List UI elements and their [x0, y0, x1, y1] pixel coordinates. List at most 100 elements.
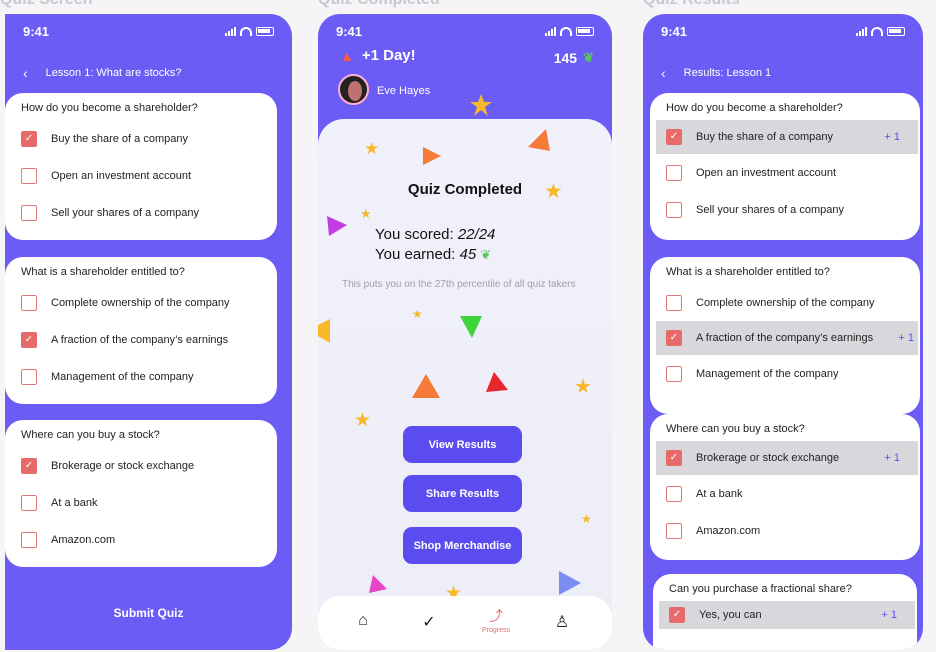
option-row[interactable]: Complete ownership of the company [21, 284, 261, 321]
score-text: You scored: 22/24 [375, 226, 495, 243]
points-badge: + 1 [898, 332, 914, 344]
points-badge: + 1 [881, 609, 897, 621]
question-card: Where can you buy a stock? ✓ Brokerage or… [5, 420, 277, 567]
correct-option-row: ✓ Yes, you can + 1 [659, 601, 915, 629]
confetti-triangle [460, 316, 482, 338]
confetti-triangle [327, 216, 347, 236]
option-row: Sell your shares of a company [666, 191, 904, 228]
option-label: Amazon.com [696, 524, 761, 537]
question-text: What is a shareholder entitled to? [666, 266, 830, 278]
score-value: 22/24 [457, 226, 496, 243]
profile-icon[interactable]: ♙ [547, 612, 577, 632]
confetti-star: ★ [412, 307, 423, 321]
checkbox-checked: ✓ [666, 330, 682, 346]
view-results-button[interactable]: View Results [403, 426, 522, 463]
page-title: Quiz Completed [407, 181, 523, 198]
confetti-triangle [318, 319, 330, 343]
points-badge: + 1 [884, 452, 900, 464]
quiz-results-screen: 9:41 ‹ Results: Lesson 1 How do you beco… [643, 14, 923, 650]
question-text: What is a shareholder entitled to? [21, 266, 185, 278]
sprout-icon: ❦ [480, 247, 492, 262]
option-label: At a bank [696, 487, 743, 500]
checkbox [666, 485, 682, 502]
checkbox-checked[interactable]: ✓ [21, 331, 37, 348]
share-results-button[interactable]: Share Results [403, 475, 522, 512]
home-icon[interactable]: ⌂ [348, 612, 378, 630]
option-row[interactable]: ✓ Buy the share of a company [21, 120, 261, 157]
earned-prefix: You earned: [375, 246, 460, 263]
option-row: Complete ownership of the company [666, 284, 904, 321]
tab-bar: ⌂ ✓ ⤴ Progress ♙ [318, 596, 612, 650]
submit-quiz-button[interactable]: Submit Quiz [5, 606, 292, 620]
option-label: Brokerage or stock exchange [51, 459, 195, 472]
completed-sheet: Quiz Completed You scored: 22/24 You ear… [318, 119, 612, 650]
confetti-triangle [369, 575, 387, 593]
wifi-icon [240, 26, 252, 36]
avatar[interactable] [338, 74, 369, 105]
checkbox[interactable] [21, 531, 37, 548]
checkbox-checked[interactable]: ✓ [21, 130, 37, 147]
option-label: Yes, you can [699, 609, 762, 621]
question-text: Where can you buy a stock? [21, 429, 160, 441]
lesson-title: Lesson 1: What are stocks? [45, 67, 182, 79]
confetti-triangle [423, 147, 441, 165]
signal-icon [545, 26, 556, 36]
correct-option-row: ✓ Buy the share of a company + 1 [656, 120, 918, 154]
confetti-triangle [528, 129, 550, 151]
option-row[interactable]: Sell your shares of a company [21, 194, 261, 231]
checkbox-checked[interactable]: ✓ [21, 457, 37, 474]
screen-label-quiz: Quiz Screen [0, 0, 92, 9]
status-bar: 9:41 [336, 24, 594, 40]
confetti-star: ★ [574, 376, 592, 398]
option-row[interactable]: ✓ Brokerage or stock exchange [21, 447, 261, 484]
option-row[interactable]: Open an investment account [21, 157, 261, 194]
checkbox[interactable] [21, 368, 37, 385]
option-label: Sell your shares of a company [696, 203, 844, 216]
question-card: How do you become a shareholder? ✓ Buy th… [5, 93, 277, 240]
checkbox-checked: ✓ [666, 450, 682, 466]
coin-count: 145 [553, 50, 578, 66]
option-row[interactable]: Amazon.com [21, 521, 261, 558]
signal-icon [856, 26, 867, 36]
battery-icon [887, 26, 905, 36]
option-label: Complete ownership of the company [51, 296, 230, 309]
confetti-star-header [470, 94, 492, 116]
checkbox [666, 522, 682, 539]
option-label: At a bank [51, 496, 98, 509]
checkbox[interactable] [21, 167, 37, 184]
option-row: Open an investment account [666, 154, 904, 191]
option-label: A fraction of the company’s earnings [696, 332, 874, 344]
confetti-triangle [559, 571, 581, 595]
battery-icon [256, 26, 274, 36]
question-text: How do you become a shareholder? [21, 102, 198, 114]
option-row[interactable]: At a bank [21, 484, 261, 521]
check-icon[interactable]: ✓ [414, 612, 444, 632]
tab-progress[interactable]: ⤴ Progress [481, 606, 511, 634]
option-row[interactable]: ✓ A fraction of the company’s earnings [21, 321, 261, 358]
checkbox[interactable] [21, 204, 37, 221]
battery-icon [576, 26, 594, 36]
checkbox [666, 365, 682, 382]
option-label: A fraction of the company’s earnings [51, 333, 229, 346]
score-prefix: You scored: [375, 226, 458, 243]
result-card: Can you purchase a fractional share? ✓ Ye… [653, 574, 917, 650]
checkbox [666, 294, 682, 311]
status-bar: 9:41 [661, 24, 905, 40]
checkbox[interactable] [21, 494, 37, 511]
tab-progress-label: Progress [481, 627, 510, 634]
checkbox-checked: ✓ [666, 129, 682, 145]
question-card: What is a shareholder entitled to? Compl… [5, 257, 277, 404]
option-label: Sell your shares of a company [51, 206, 199, 219]
signal-icon [225, 26, 236, 36]
option-row[interactable]: Management of the company [21, 358, 261, 395]
back-arrow-icon[interactable]: ‹ [23, 65, 28, 81]
checkbox[interactable] [21, 294, 37, 311]
shop-merchandise-button[interactable]: Shop Merchandise [403, 527, 522, 564]
quiz-nav: ‹ Lesson 1: What are stocks? [23, 65, 274, 81]
checkbox [666, 164, 682, 181]
question-text: Can you purchase a fractional share? [669, 583, 852, 595]
streak-badge: ▲ +1 Day! [340, 47, 416, 64]
confetti-star: ★ [581, 512, 592, 526]
back-arrow-icon[interactable]: ‹ [661, 65, 666, 81]
confetti-star: ★ [364, 139, 380, 158]
